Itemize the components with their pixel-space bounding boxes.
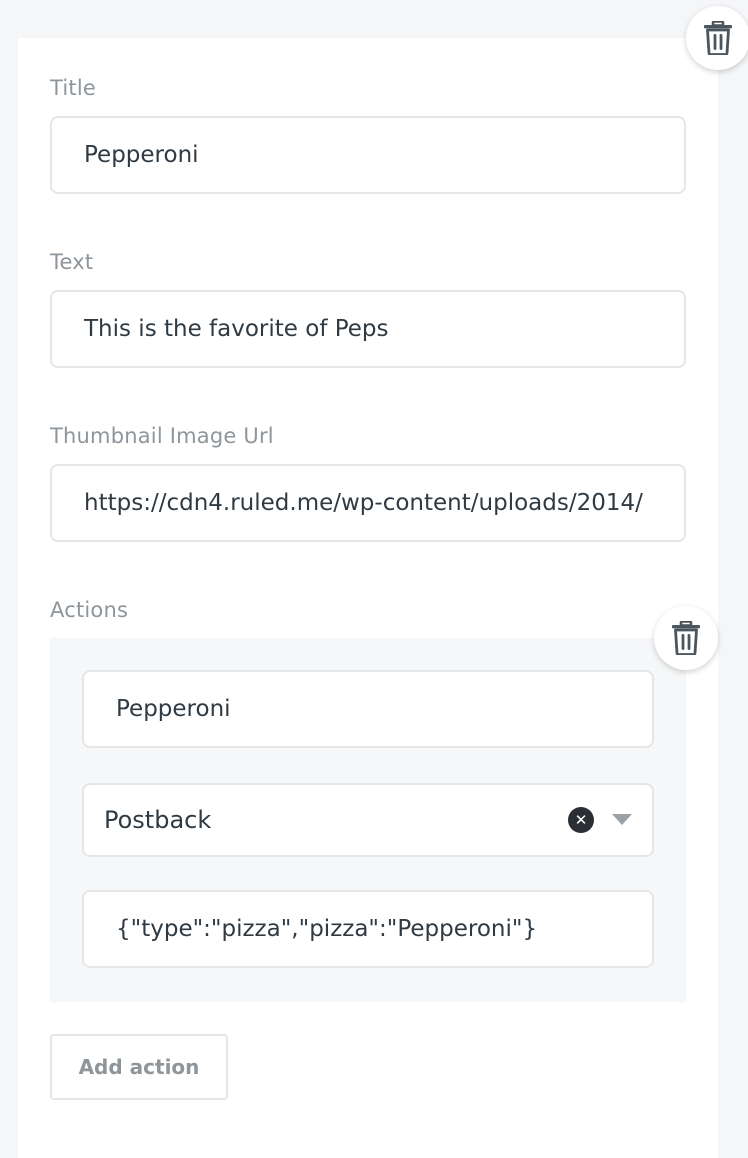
action-payload-input[interactable]: {"type":"pizza","pizza":"Pepperoni"} xyxy=(82,890,654,968)
action-title-input[interactable]: Pepperoni xyxy=(82,670,654,748)
title-label: Title xyxy=(50,76,97,100)
trash-icon xyxy=(704,21,732,55)
close-icon[interactable]: ✕ xyxy=(568,807,594,833)
chevron-down-icon[interactable] xyxy=(612,814,632,825)
add-action-button[interactable]: Add action xyxy=(50,1034,228,1100)
thumbnail-label: Thumbnail Image Url xyxy=(50,424,274,448)
thumbnail-url-input[interactable]: https://cdn4.ruled.me/wp-content/uploads… xyxy=(50,464,686,542)
title-input[interactable]: Pepperoni xyxy=(50,116,686,194)
delete-card-button[interactable] xyxy=(686,6,748,70)
actions-label: Actions xyxy=(50,598,129,622)
action-type-select[interactable]: Postback ✕ xyxy=(82,783,654,857)
trash-icon xyxy=(672,621,700,655)
text-label: Text xyxy=(50,250,94,274)
action-type-value: Postback xyxy=(104,806,212,834)
delete-action-button[interactable] xyxy=(654,606,718,670)
text-input[interactable]: This is the favorite of Peps xyxy=(50,290,686,368)
